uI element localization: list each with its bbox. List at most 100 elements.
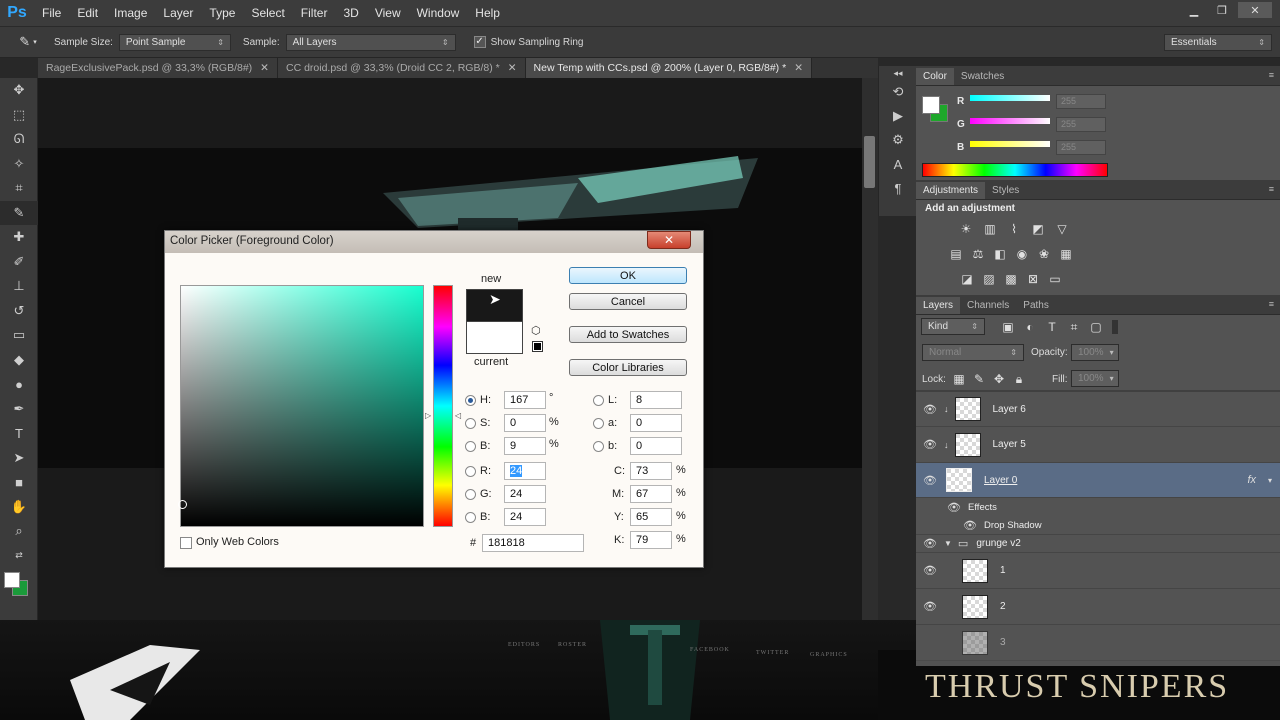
h-radio[interactable]	[465, 395, 476, 406]
paint-bucket-tool-icon[interactable]: ◆	[0, 348, 38, 373]
only-web-colors-checkbox[interactable]	[180, 537, 192, 549]
foreground-background-swatches[interactable]	[0, 568, 38, 598]
s-field[interactable]: 0	[504, 414, 546, 432]
magic-wand-tool-icon[interactable]: ✧	[0, 152, 38, 177]
clone-stamp-tool-icon[interactable]: ⊥	[0, 274, 38, 299]
color-foreground-swatch[interactable]	[922, 96, 940, 114]
add-to-swatches-button[interactable]: Add to Swatches	[569, 326, 687, 343]
marquee-tool-icon[interactable]: ⬚	[0, 103, 38, 128]
workspace-select[interactable]: Essentials ⇕	[1164, 34, 1272, 51]
color-balance-icon[interactable]: ⚖	[970, 247, 986, 261]
web-safe-swatch-icon[interactable]	[532, 341, 543, 352]
filter-toggle[interactable]	[1112, 320, 1118, 334]
visibility-eye-icon[interactable]: 👁︎	[916, 438, 944, 451]
zoom-tool-icon[interactable]: ⌕	[0, 519, 38, 544]
layer-row-layer-6[interactable]: 👁︎ ↓ Layer 6	[916, 392, 1280, 427]
dock-expand-icon[interactable]: ◂◂	[879, 66, 917, 80]
hue-saturation-icon[interactable]: ▤	[948, 247, 964, 261]
current-color-swatch[interactable]	[466, 322, 523, 354]
color-r-field[interactable]: 255	[1056, 94, 1106, 109]
lasso-tool-icon[interactable]: ᘏ	[0, 127, 38, 152]
hex-field[interactable]: 181818	[482, 534, 584, 552]
drop-shadow-visibility-icon[interactable]: 👁︎	[956, 519, 984, 532]
panel-menu-icon[interactable]: ≡	[1269, 299, 1274, 309]
channel-mixer-icon[interactable]: ❀	[1036, 247, 1052, 261]
tab-styles[interactable]: Styles	[985, 182, 1026, 199]
healing-brush-tool-icon[interactable]: ✚	[0, 225, 38, 250]
character-icon[interactable]: A	[879, 152, 917, 176]
selective-color-icon[interactable]: ⊠	[1025, 272, 1041, 286]
filter-smart-object-icon[interactable]: ▢	[1088, 320, 1104, 334]
actions-icon[interactable]: ▶	[879, 104, 917, 128]
levels-icon[interactable]: ▥	[982, 222, 998, 236]
filter-adjustment-icon[interactable]: ◐	[1022, 320, 1038, 334]
tab-cc-droid[interactable]: CC droid.psd @ 33,3% (Droid CC 2, RGB/8)…	[277, 58, 526, 78]
tab-channels[interactable]: Channels	[960, 297, 1016, 314]
visibility-eye-icon[interactable]: 👁︎	[916, 403, 944, 416]
vibrance-icon[interactable]: ▽	[1054, 222, 1070, 236]
dialog-title-bar[interactable]: Color Picker (Foreground Color)	[165, 231, 703, 253]
layer-effects-fx-icon[interactable]: fx	[1247, 474, 1256, 486]
path-selection-tool-icon[interactable]: ➤	[0, 446, 38, 471]
panel-menu-icon[interactable]: ≡	[1269, 70, 1274, 80]
gradient-map-icon[interactable]: ▭	[1047, 272, 1063, 286]
visibility-eye-icon[interactable]: 👁︎	[916, 537, 944, 550]
out-of-gamut-cube-icon[interactable]: ⬡	[531, 324, 541, 337]
menu-window[interactable]: Window	[417, 6, 460, 20]
m-field[interactable]: 67	[630, 485, 672, 503]
close-tab-icon[interactable]: ✕	[260, 62, 269, 74]
menu-help[interactable]: Help	[475, 6, 500, 20]
panel-menu-icon[interactable]: ≡	[1269, 184, 1274, 194]
y-field[interactable]: 65	[630, 508, 672, 526]
menu-3d[interactable]: 3D	[343, 6, 358, 20]
sample-size-select[interactable]: Point Sample ⇕	[118, 33, 231, 51]
foreground-color-swatch[interactable]	[4, 572, 20, 588]
hue-slider-left-arrow-icon[interactable]: ▷	[425, 411, 431, 420]
properties-icon[interactable]: ⚙	[879, 128, 917, 152]
menu-select[interactable]: Select	[251, 6, 284, 20]
tab-color[interactable]: Color	[916, 68, 954, 85]
eyedropper-tool-icon[interactable]: ✎	[0, 200, 38, 225]
h-field[interactable]: 167	[504, 391, 546, 409]
layer-row-layer-0[interactable]: 👁︎ Layer 0 fx ▾	[916, 463, 1280, 498]
type-tool-icon[interactable]: T	[0, 421, 38, 446]
lock-all-icon[interactable]: 🔒︎	[1011, 372, 1027, 386]
invert-icon[interactable]: ◪	[959, 272, 975, 286]
layer-row-2[interactable]: 👁︎ 2	[916, 589, 1280, 625]
filter-pixel-icon[interactable]: ▣	[1000, 320, 1016, 334]
show-sampling-ring-checkbox[interactable]: ✓	[473, 36, 486, 48]
color-b-field[interactable]: 255	[1056, 140, 1106, 155]
color-lookup-icon[interactable]: ▦	[1058, 247, 1074, 261]
tab-layers[interactable]: Layers	[916, 297, 961, 314]
history-brush-tool-icon[interactable]: ↺	[0, 299, 38, 324]
restore-icon[interactable]: ❐	[1210, 2, 1234, 18]
layer-drop-shadow-row[interactable]: 👁︎ Drop Shadow	[916, 516, 1280, 535]
r-field[interactable]: 24	[504, 462, 546, 480]
color-spectrum-ramp[interactable]	[922, 163, 1108, 177]
lab-b-field[interactable]: 0	[630, 437, 682, 455]
lock-transparent-icon[interactable]: ▦	[951, 372, 967, 386]
sample-select[interactable]: All Layers ⇕	[285, 33, 456, 51]
saturation-brightness-field[interactable]	[178, 285, 424, 527]
menu-type[interactable]: Type	[209, 6, 235, 20]
color-g-field[interactable]: 255	[1056, 117, 1106, 132]
color-field-cursor[interactable]	[178, 500, 187, 509]
layer-effects-row[interactable]: 👁︎ Effects	[916, 498, 1280, 516]
fill-field[interactable]: 100% ▾	[1071, 370, 1119, 387]
color-b-slider[interactable]	[970, 141, 1050, 147]
blue-radio[interactable]	[465, 512, 476, 523]
layer-row-layer-5[interactable]: 👁︎ ↓ Layer 5	[916, 427, 1280, 463]
minimize-icon[interactable]: ▁	[1182, 2, 1206, 18]
l-field[interactable]: 8	[630, 391, 682, 409]
dialog-close-button[interactable]: ✕	[647, 231, 691, 249]
visibility-eye-icon[interactable]: 👁︎	[916, 600, 944, 613]
s-radio[interactable]	[465, 418, 476, 429]
menu-image[interactable]: Image	[114, 6, 147, 20]
paragraph-icon[interactable]: ¶	[879, 176, 917, 200]
curves-icon[interactable]: ⌇	[1006, 222, 1022, 236]
effects-visibility-icon[interactable]: 👁︎	[940, 501, 968, 514]
filter-shape-icon[interactable]: ⌗	[1066, 320, 1082, 334]
g-radio[interactable]	[465, 489, 476, 500]
a-field[interactable]: 0	[630, 414, 682, 432]
collapse-effects-icon[interactable]: ▾	[1268, 476, 1272, 485]
